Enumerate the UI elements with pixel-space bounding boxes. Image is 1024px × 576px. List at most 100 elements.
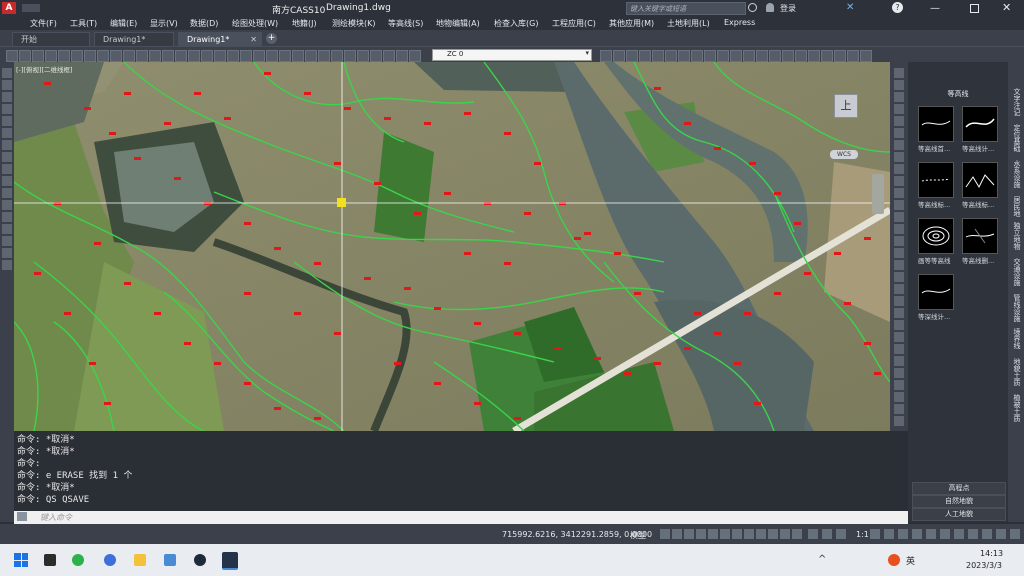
model-space-toggle[interactable]: 模型 (630, 530, 646, 541)
draw-tool-icon[interactable] (894, 224, 904, 234)
draw-tool-icon[interactable] (894, 188, 904, 198)
left-tool-icon[interactable] (2, 128, 12, 138)
menu-feature-edit[interactable]: 地物编辑(A) (436, 18, 480, 29)
menu-land-use[interactable]: 土地利用(L) (667, 18, 710, 29)
side-tab-relief[interactable]: 地貌土质 (1010, 358, 1022, 386)
left-tool-icon[interactable] (2, 176, 12, 186)
panel-button-spot-height[interactable]: 高程点 (912, 482, 1006, 495)
thumb-contour-2[interactable] (962, 106, 998, 142)
toolbar-button[interactable] (691, 50, 703, 62)
side-tab-vegetation[interactable]: 植被土质 (1010, 394, 1022, 422)
view-label[interactable]: [-][俯视][二维线框] (16, 64, 73, 74)
exchange-icon[interactable]: ✕ (846, 2, 857, 13)
thumb-contour-4[interactable] (962, 162, 998, 198)
ime-sogou-icon[interactable] (888, 554, 900, 566)
draw-tool-icon[interactable] (894, 68, 904, 78)
side-tab-transport[interactable]: 交通设施 (1010, 258, 1022, 286)
menu-view[interactable]: 显示(V) (150, 18, 178, 29)
toolbar-button[interactable] (357, 50, 369, 62)
toolbar-button[interactable] (678, 50, 690, 62)
toolbar-button[interactable] (396, 50, 408, 62)
network-app-icon[interactable] (104, 554, 116, 566)
status-toggle-icon[interactable] (884, 529, 894, 539)
menu-express[interactable]: Express (724, 18, 755, 27)
draw-tool-icon[interactable] (894, 296, 904, 306)
thumb-contour-7[interactable] (918, 274, 954, 310)
toolbar-button[interactable] (45, 50, 57, 62)
left-tool-icon[interactable] (2, 236, 12, 246)
status-toggle-icon[interactable] (744, 529, 754, 539)
draw-tool-icon[interactable] (894, 368, 904, 378)
left-tool-icon[interactable] (2, 248, 12, 258)
wechat-icon[interactable] (72, 554, 84, 566)
draw-tool-icon[interactable] (894, 152, 904, 162)
thumb-contour-6[interactable] (962, 218, 998, 254)
draw-tool-icon[interactable] (894, 92, 904, 102)
panel-button-artificial-relief[interactable]: 人工地貌 (912, 508, 1006, 521)
toolbar-button[interactable] (266, 50, 278, 62)
toolbar-button[interactable] (240, 50, 252, 62)
menu-data[interactable]: 数据(D) (190, 18, 218, 29)
start-icon[interactable] (14, 553, 28, 567)
draw-tool-icon[interactable] (894, 200, 904, 210)
toolbar-button[interactable] (821, 50, 833, 62)
side-tab-control[interactable]: 定位基础 (1010, 124, 1022, 152)
toolbar-button[interactable] (305, 50, 317, 62)
toolbar-button[interactable] (769, 50, 781, 62)
toolbar-button[interactable] (795, 50, 807, 62)
status-toggle-icon[interactable] (792, 529, 802, 539)
toolbar-button[interactable] (136, 50, 148, 62)
toolbar-button[interactable] (292, 50, 304, 62)
close-icon[interactable]: ✕ (1002, 1, 1011, 14)
toolbar-button[interactable] (32, 50, 44, 62)
side-tab-boundary[interactable]: 境界线 (1010, 328, 1022, 349)
menu-tools[interactable]: 工具(T) (70, 18, 97, 29)
draw-tool-icon[interactable] (894, 320, 904, 330)
left-tool-icon[interactable] (2, 224, 12, 234)
toolbar-button[interactable] (730, 50, 742, 62)
left-tool-icon[interactable] (2, 200, 12, 210)
status-toggle-icon[interactable] (672, 529, 682, 539)
toolbar-button[interactable] (97, 50, 109, 62)
menu-other[interactable]: 其他应用(M) (609, 18, 654, 29)
status-toggle-icon[interactable] (912, 529, 922, 539)
status-toggle-icon[interactable] (696, 529, 706, 539)
status-toggle-icon[interactable] (836, 529, 846, 539)
draw-tool-icon[interactable] (894, 212, 904, 222)
menu-cadastre[interactable]: 地籍(J) (292, 18, 317, 29)
login-button[interactable]: 登录 (780, 3, 796, 14)
toolbar-button[interactable] (227, 50, 239, 62)
panel-button-natural-relief[interactable]: 自然地貌 (912, 495, 1006, 508)
thumb-contour-3[interactable] (918, 162, 954, 198)
status-toggle-icon[interactable] (732, 529, 742, 539)
side-tab-text[interactable]: 文字注记 (1010, 88, 1022, 116)
photos-icon[interactable] (164, 554, 176, 566)
menu-contour[interactable]: 等高线(S) (388, 18, 423, 29)
status-toggle-icon[interactable] (968, 529, 978, 539)
menu-survey[interactable]: 测绘模块(K) (332, 18, 376, 29)
wcs-badge[interactable]: WCS (830, 150, 858, 159)
toolbar-button[interactable] (331, 50, 343, 62)
close-icon[interactable]: ✕ (250, 33, 257, 46)
status-toggle-icon[interactable] (982, 529, 992, 539)
search-icon[interactable] (748, 3, 757, 12)
draw-tool-icon[interactable] (894, 140, 904, 150)
maximize-icon[interactable] (970, 4, 979, 13)
toolbar-button[interactable] (847, 50, 859, 62)
side-tab-feature[interactable]: 独立地物 (1010, 222, 1022, 250)
left-tool-icon[interactable] (2, 152, 12, 162)
draw-tool-icon[interactable] (894, 404, 904, 414)
left-tool-icon[interactable] (2, 164, 12, 174)
tab-start[interactable]: 开始 (12, 32, 90, 46)
left-tool-icon[interactable] (2, 212, 12, 222)
toolbar-button[interactable] (383, 50, 395, 62)
draw-tool-icon[interactable] (894, 104, 904, 114)
toolbar-button[interactable] (110, 50, 122, 62)
status-toggle-icon[interactable] (996, 529, 1006, 539)
toolbar-button[interactable] (214, 50, 226, 62)
command-input[interactable]: 键入命令 (14, 511, 908, 524)
file-explorer-icon[interactable] (134, 554, 146, 566)
draw-tool-icon[interactable] (894, 356, 904, 366)
toolbar-button[interactable] (123, 50, 135, 62)
left-tool-icon[interactable] (2, 80, 12, 90)
